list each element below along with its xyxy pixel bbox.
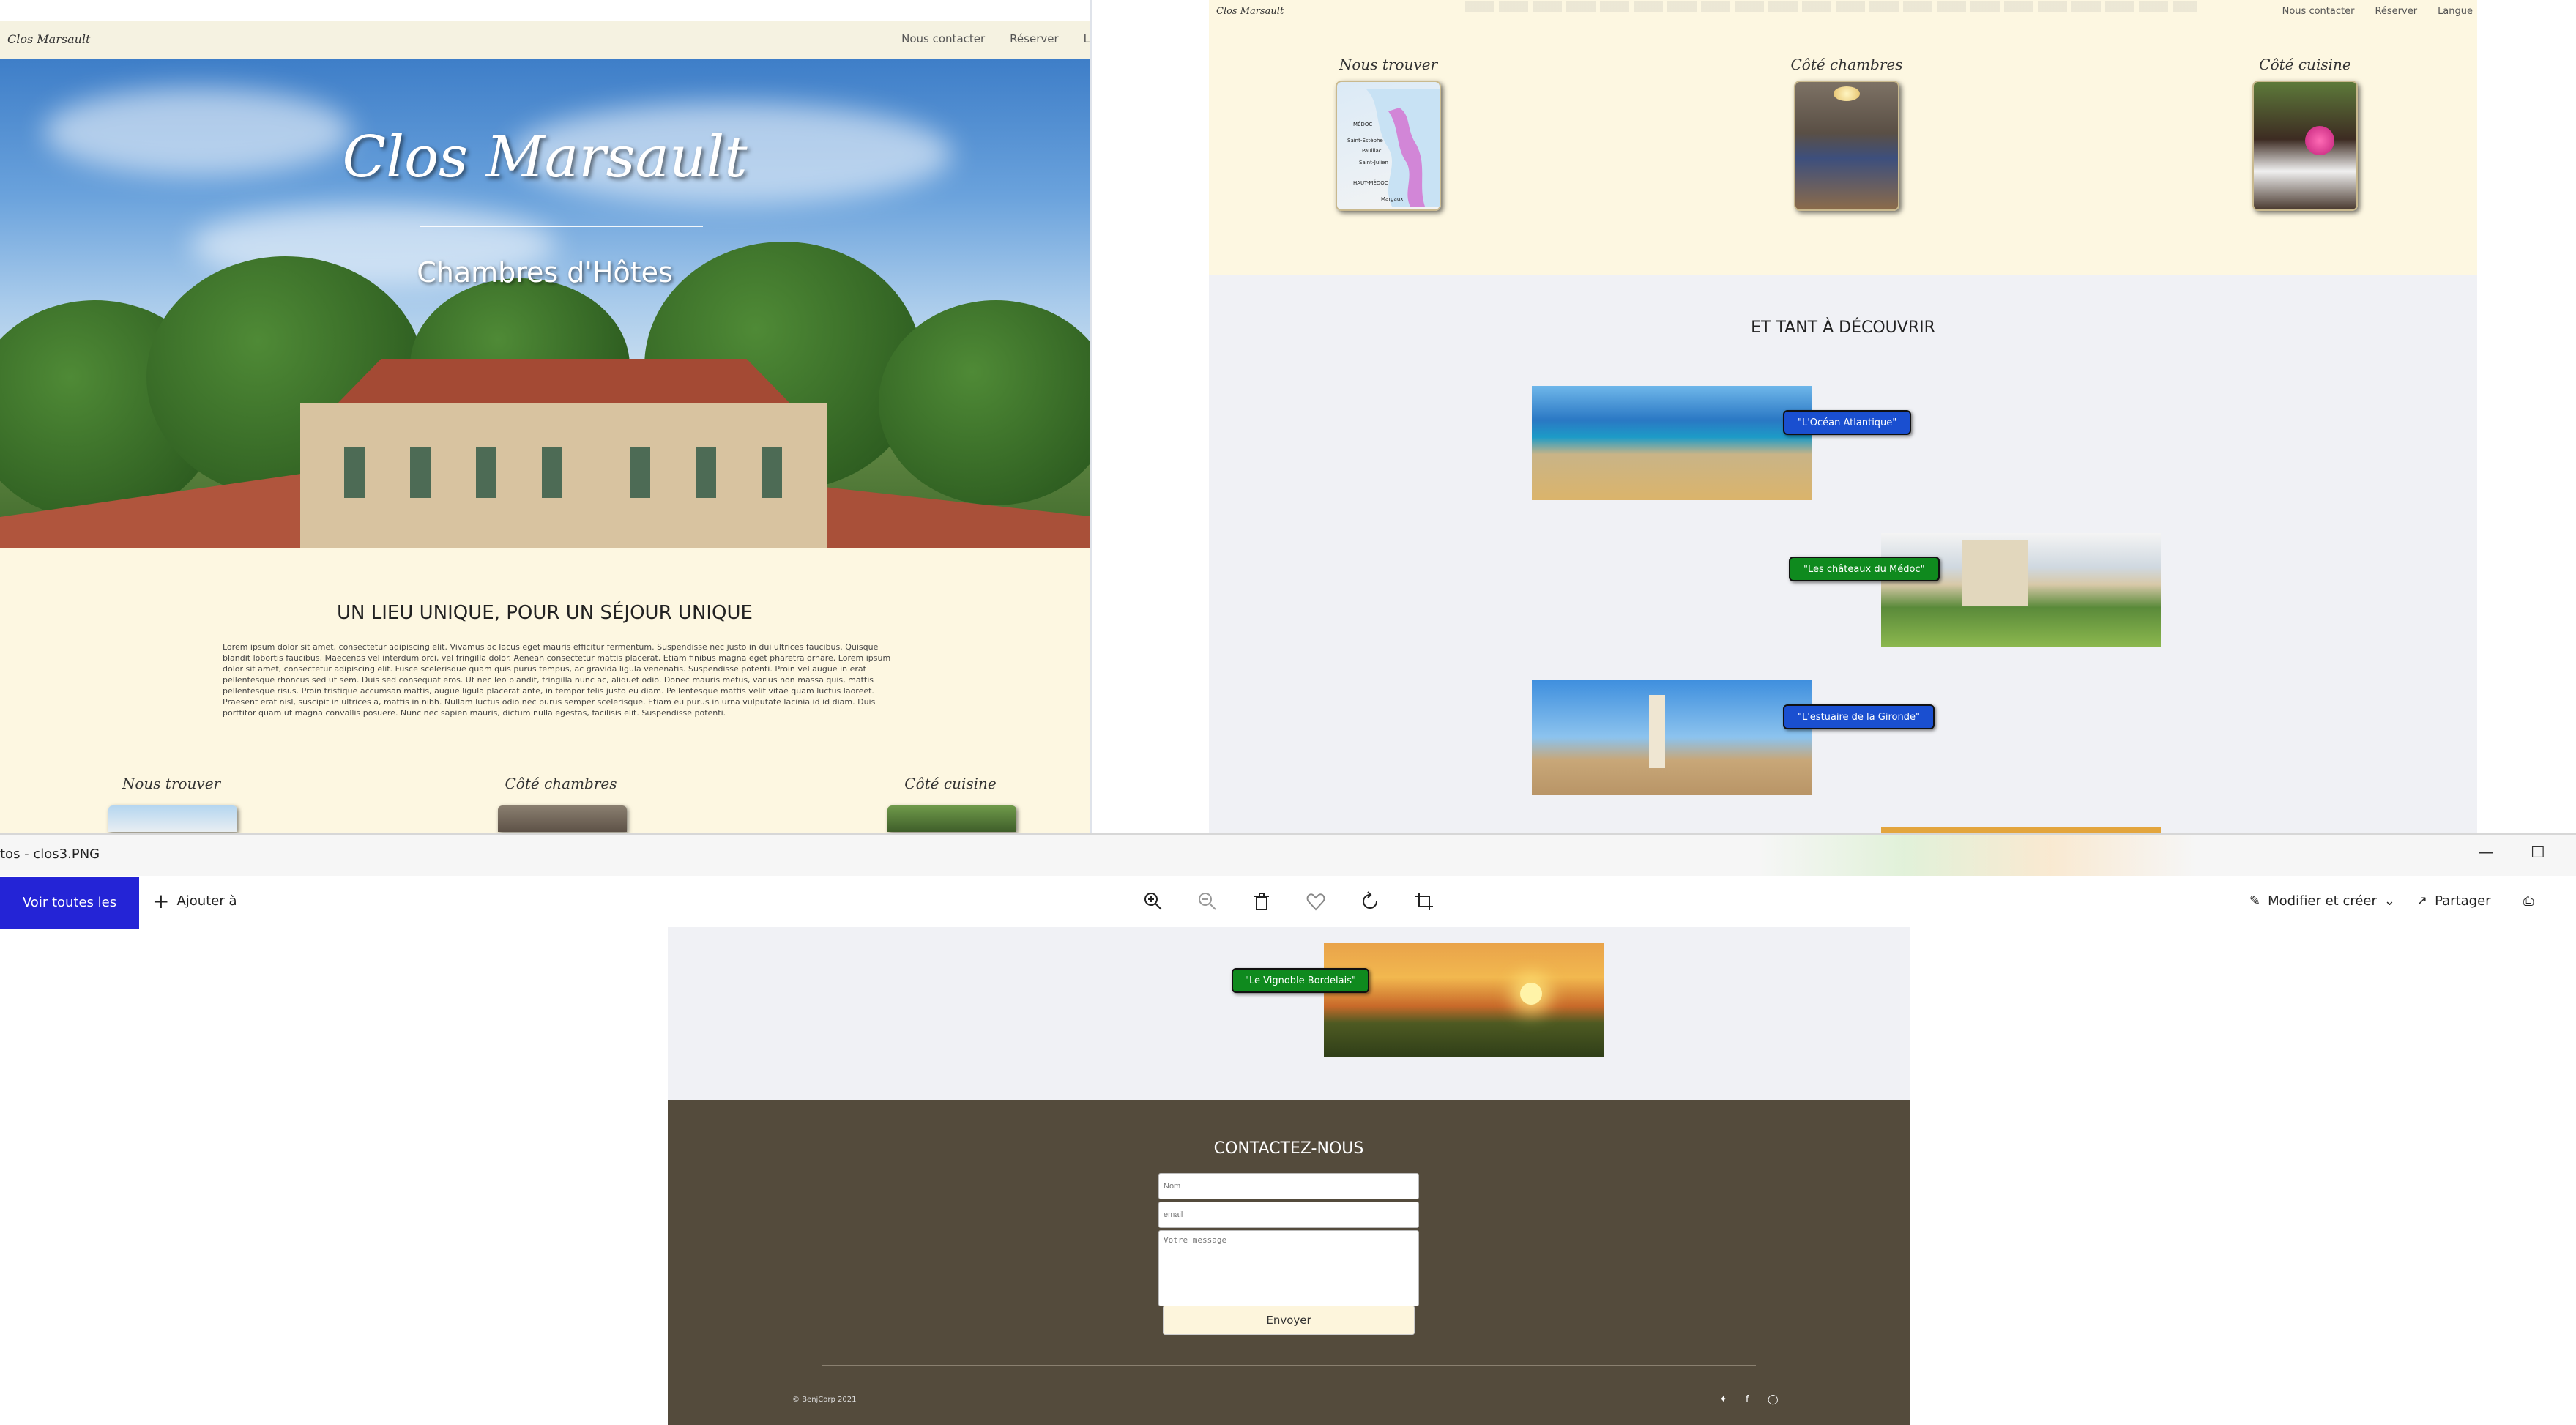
nav-language[interactable]: Langue <box>2438 6 2473 17</box>
rotate-icon[interactable] <box>1359 890 1381 912</box>
plus-icon: + <box>152 888 170 913</box>
hero-divider <box>420 226 703 227</box>
photo-chateaux[interactable] <box>1881 533 2161 647</box>
facebook-icon[interactable]: f <box>1746 1394 1749 1405</box>
nav-contact[interactable]: Nous contacter <box>901 32 985 45</box>
add-to-button[interactable]: + Ajouter à <box>152 888 237 913</box>
hero-banner: Clos Marsault Chambres d'Hôtes <box>0 59 1090 548</box>
delete-icon[interactable] <box>1251 890 1273 912</box>
card-title-rooms[interactable]: Côté chambres <box>1752 56 1942 73</box>
name-field[interactable] <box>1158 1173 1419 1199</box>
share-button[interactable]: ↗ Partager <box>2416 893 2491 909</box>
site-logo[interactable]: Clos Marsault <box>7 32 90 46</box>
intro-paragraph: Lorem ipsum dolor sit amet, consectetur … <box>223 642 891 718</box>
photo-estuary[interactable] <box>1532 680 1812 795</box>
edit-icon: ✎ <box>2249 893 2261 909</box>
card-image-kitchen[interactable] <box>2252 81 2358 211</box>
crop-icon[interactable] <box>1413 890 1435 912</box>
map-illustration: MÉDOC Saint-Estèphe Pauillac Saint-Julie… <box>1347 89 1440 207</box>
photo-vineyard-partial[interactable] <box>1881 827 2161 833</box>
photo-vineyard[interactable] <box>1324 943 1604 1057</box>
card-image-room[interactable] <box>498 805 627 832</box>
copyright: © BenjCorp 2021 <box>792 1396 857 1404</box>
card-title-kitchen[interactable]: Côté cuisine <box>855 775 1046 792</box>
nav-language-cut[interactable]: L <box>1084 32 1090 45</box>
discover-tag-ocean[interactable]: "L'Océan Atlantique" <box>1783 410 1912 435</box>
section-title: UN LIEU UNIQUE, POUR UN SÉJOUR UNIQUE <box>337 602 753 624</box>
zoom-out-icon[interactable] <box>1196 890 1218 912</box>
view-all-photos-button[interactable]: Voir toutes les photos <box>0 877 139 961</box>
cards-section: Clos Marsault Nous contacter Réserver La… <box>1209 0 2477 275</box>
map-label: Saint-Estèphe <box>1347 138 1383 144</box>
minimize-icon[interactable]: — <box>2478 844 2494 862</box>
map-label: MÉDOC <box>1353 121 1372 127</box>
maximize-icon[interactable]: ☐ <box>2531 844 2545 862</box>
nav-reserve[interactable]: Réserver <box>1010 32 1058 45</box>
card-image-map[interactable] <box>108 805 237 832</box>
nav-reserve[interactable]: Réserver <box>2375 6 2417 17</box>
contact-footer: CONTACTEZ-NOUS Envoyer © BenjCorp 2021 ✦… <box>668 1100 1910 1425</box>
card-title-kitchen[interactable]: Côté cuisine <box>2210 56 2400 73</box>
zoom-in-icon[interactable] <box>1142 890 1164 912</box>
site-page-scrolled: Clos Marsault Nous contacter Réserver La… <box>1209 0 2477 833</box>
photos-app-window: tos - clos3.PNG — ☐ Voir toutes les phot… <box>0 833 2576 1425</box>
message-field[interactable] <box>1158 1230 1419 1306</box>
instagram-icon[interactable]: ◯ <box>1768 1394 1779 1405</box>
nav-contact[interactable]: Nous contacter <box>2282 6 2355 17</box>
edit-create-label: Modifier et créer <box>2268 893 2377 909</box>
card-title-rooms[interactable]: Côté chambres <box>466 775 656 792</box>
website-window-left: Clos Marsault Nous contacter Réserver L … <box>0 0 1090 833</box>
card-title-location[interactable]: Nous trouver <box>76 775 267 792</box>
discover-tag-vineyard[interactable]: "Le Vignoble Bordelais" <box>1232 968 1369 993</box>
photos-titlebar: tos - clos3.PNG — ☐ <box>0 835 2576 876</box>
favorite-icon[interactable] <box>1305 890 1327 912</box>
add-to-label: Ajouter à <box>176 893 237 909</box>
print-button[interactable]: ⎙ <box>2523 893 2534 909</box>
discover-tag-chateaux[interactable]: "Les châteaux du Médoc" <box>1789 557 1940 581</box>
site-nav: Nous contacter Réserver Langue <box>2282 6 2473 17</box>
map-label: Margaux <box>1381 196 1403 202</box>
site-nav: Nous contacter Réserver L <box>901 32 1090 45</box>
chandelier-icon <box>1834 86 1860 101</box>
chevron-down-icon: ⌄ <box>2383 893 2395 909</box>
contact-title: CONTACTEZ-NOUS <box>1213 1139 1364 1158</box>
edit-create-button[interactable]: ✎ Modifier et créer ⌄ <box>2249 893 2395 909</box>
print-icon: ⎙ <box>2523 893 2534 909</box>
site-header: Clos Marsault Nous contacter Réserver L <box>0 21 1090 59</box>
card-title-location[interactable]: Nous trouver <box>1293 56 1484 73</box>
footer-divider <box>822 1365 1756 1366</box>
discover-title: ET TANT À DÉCOUVRIR <box>1751 319 1935 337</box>
share-label: Partager <box>2435 893 2491 909</box>
email-field[interactable] <box>1158 1202 1419 1228</box>
hero-title: Clos Marsault <box>342 124 748 190</box>
intro-section: UN LIEU UNIQUE, POUR UN SÉJOUR UNIQUE Lo… <box>0 548 1090 833</box>
flowers-icon <box>2305 126 2334 155</box>
website-window-right: Clos Marsault Nous contacter Réserver La… <box>1090 0 2576 833</box>
card-image-room[interactable] <box>1794 81 1899 211</box>
twitter-icon[interactable]: ✦ <box>1719 1394 1727 1405</box>
discover-section: ET TANT À DÉCOUVRIR "L'Océan Atlantique"… <box>1209 275 2477 833</box>
send-button[interactable]: Envoyer <box>1163 1306 1415 1335</box>
photo-viewer: "Le Vignoble Bordelais" CONTACTEZ-NOUS E… <box>668 927 1910 1425</box>
card-image-kitchen[interactable] <box>887 805 1016 832</box>
photos-toolbar: Voir toutes les photos + Ajouter à ✎ Mod… <box>0 876 2576 961</box>
card-image-map[interactable]: MÉDOC Saint-Estèphe Pauillac Saint-Julie… <box>1336 81 1441 211</box>
map-label: Pauillac <box>1362 148 1382 154</box>
hero-subtitle: Chambres d'Hôtes <box>417 256 673 289</box>
share-icon: ↗ <box>2416 893 2428 909</box>
window-title: tos - clos3.PNG <box>0 847 100 862</box>
photo-ocean[interactable] <box>1532 386 1812 500</box>
map-label: HAUT-MÉDOC <box>1353 179 1388 186</box>
faded-text <box>1465 1 2197 12</box>
map-label: Saint-Julien <box>1359 160 1388 165</box>
discover-tag-estuary[interactable]: "L'estuaire de la Gironde" <box>1783 704 1935 729</box>
site-logo[interactable]: Clos Marsault <box>1216 6 1284 17</box>
